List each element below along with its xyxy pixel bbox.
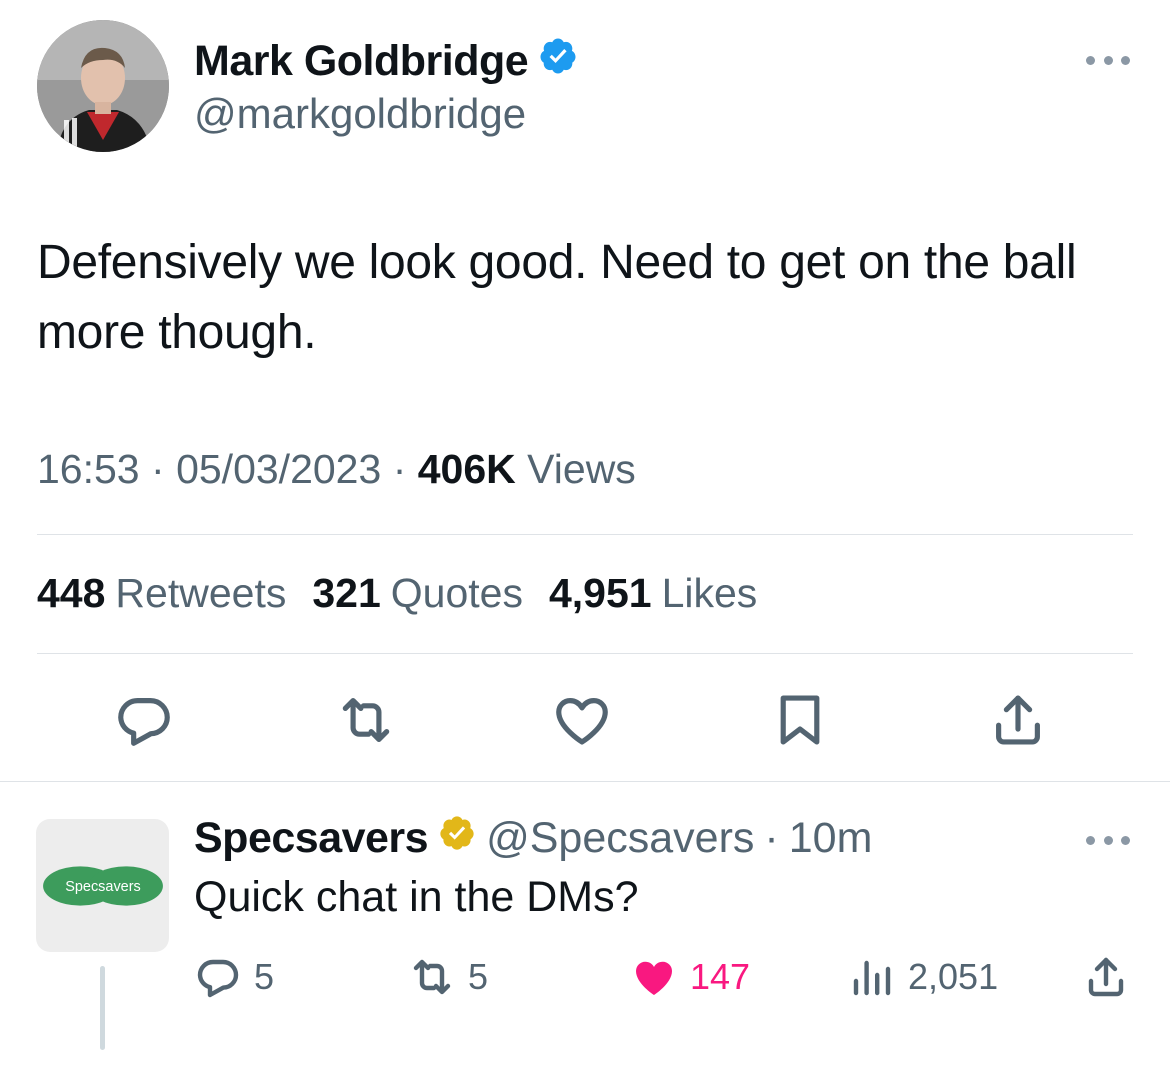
meta-separator: · — [392, 446, 407, 492]
reply-author-name[interactable]: Specsavers — [194, 814, 429, 863]
meta-separator: · — [764, 814, 779, 862]
retweet-icon — [342, 698, 390, 742]
reply-header: Specsavers @Specsavers · 10m — [194, 814, 872, 863]
share-icon — [996, 695, 1040, 745]
reply-like-button[interactable]: 147 — [630, 950, 750, 1004]
like-count: 147 — [690, 956, 751, 997]
bookmark-icon — [780, 695, 820, 745]
author-avatar[interactable] — [37, 20, 169, 152]
svg-text:Specsavers: Specsavers — [65, 879, 141, 895]
meta-separator: · — [151, 446, 165, 492]
reply-retweet-button[interactable]: 5 — [408, 950, 488, 1004]
liked-heart-icon — [636, 961, 672, 995]
specsavers-logo-icon: Specsavers — [42, 865, 163, 906]
reply-author-handle[interactable]: @Specsavers — [486, 814, 754, 863]
like-button[interactable] — [550, 688, 614, 752]
retweet-button[interactable] — [334, 688, 398, 752]
reply-views-button[interactable]: 2,051 — [848, 950, 998, 1004]
reply-icon — [118, 698, 170, 746]
reply-count: 5 — [254, 956, 275, 997]
author-name[interactable]: Mark Goldbridge — [194, 37, 529, 86]
divider — [37, 534, 1133, 535]
like-icon — [556, 698, 608, 745]
share-icon — [1088, 957, 1124, 997]
verified-gold-badge-icon — [438, 814, 476, 863]
share-button[interactable] — [986, 688, 1050, 752]
view-count: 2,051 — [908, 956, 999, 997]
retweet-count: 5 — [468, 956, 489, 997]
likes-stat[interactable]: 4,951 Likes — [549, 570, 757, 617]
author-name-row[interactable]: Mark Goldbridge — [194, 36, 578, 87]
tweet-meta: 16:53 · 05/03/2023 · 406K Views — [37, 446, 636, 493]
tweet-text: Defensively we look good. Need to get on… — [37, 236, 1077, 359]
analytics-icon — [853, 960, 891, 996]
divider — [37, 653, 1133, 654]
tweet-stats: 448 Retweets 321 Quotes 4,951 Likes — [37, 570, 757, 617]
thread-connector — [100, 966, 105, 1050]
reply-text: Quick chat in the DMs? — [194, 873, 639, 921]
quotes-stat[interactable]: 321 Quotes — [312, 570, 523, 617]
reply-reply-button[interactable]: 5 — [194, 950, 274, 1004]
retweets-count: 448 — [37, 570, 106, 616]
bookmark-button[interactable] — [768, 688, 832, 752]
retweet-icon — [413, 959, 451, 995]
quotes-label: Quotes — [390, 570, 523, 616]
retweets-label: Retweets — [115, 570, 287, 616]
reply-button[interactable] — [112, 688, 176, 752]
author-handle[interactable]: @markgoldbridge — [194, 90, 526, 138]
reply-time[interactable]: 10m — [789, 814, 873, 863]
more-options-icon[interactable] — [1086, 52, 1130, 68]
reply-more-options-icon[interactable] — [1086, 832, 1130, 848]
likes-label: Likes — [661, 570, 758, 616]
views-label: Views — [527, 446, 636, 492]
reply-share-button[interactable] — [1082, 950, 1130, 1004]
divider — [0, 781, 1170, 782]
verified-badge-icon — [538, 36, 578, 87]
reply-icon — [197, 959, 239, 998]
tweet-date[interactable]: 05/03/2023 — [176, 446, 381, 492]
views-count: 406K — [417, 446, 516, 492]
tweet-time[interactable]: 16:53 — [37, 446, 140, 492]
retweets-stat[interactable]: 448 Retweets — [37, 570, 286, 617]
likes-count: 4,951 — [548, 570, 652, 616]
reply-author-avatar[interactable]: Specsavers — [36, 819, 169, 952]
quotes-count: 321 — [312, 570, 381, 616]
